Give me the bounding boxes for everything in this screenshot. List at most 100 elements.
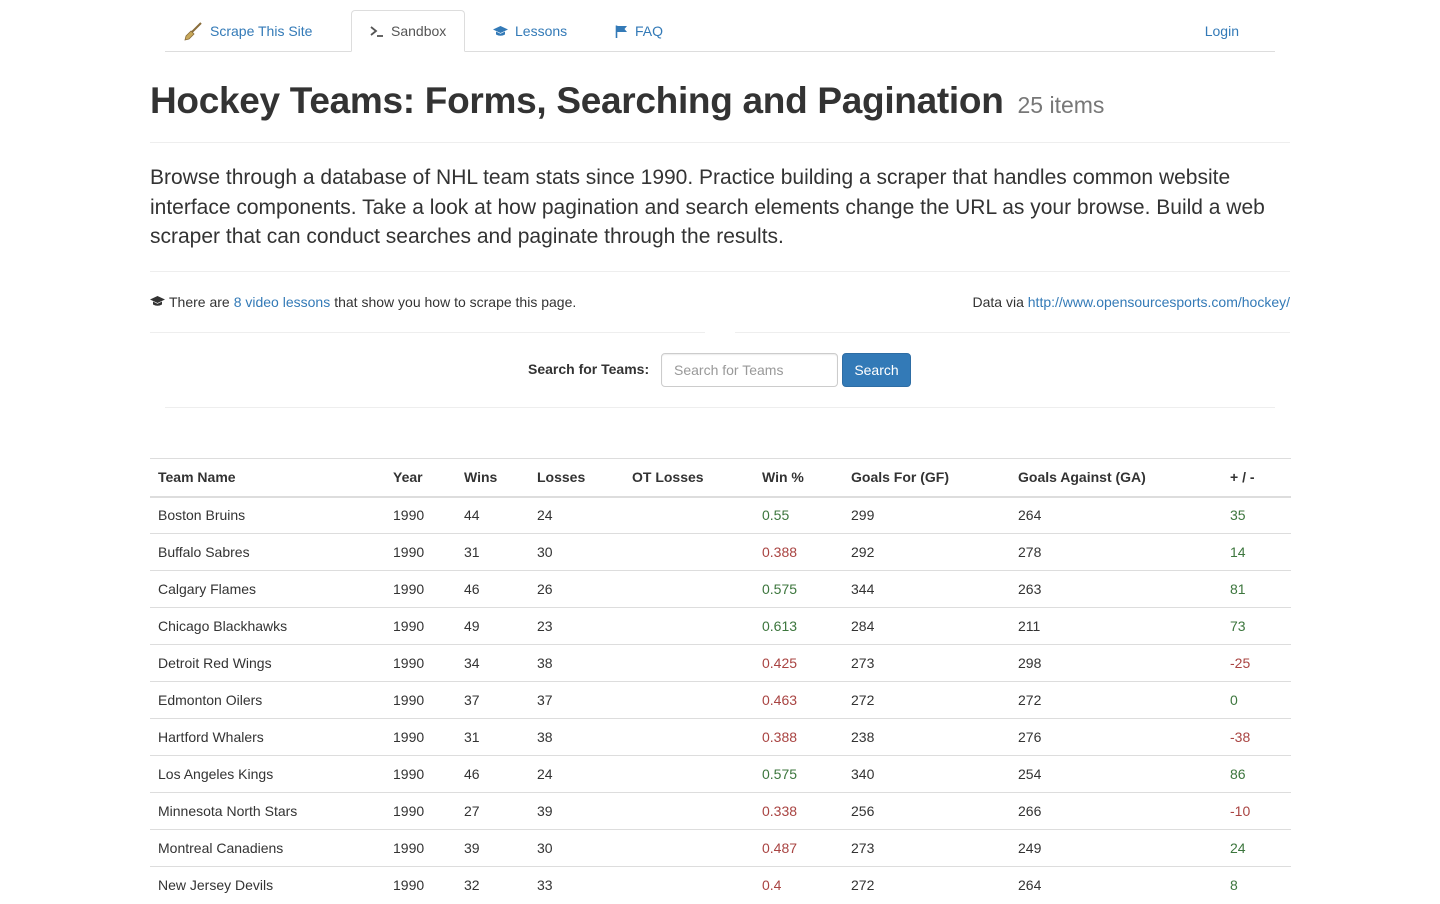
col-team-name[interactable]: Team Name <box>150 458 385 498</box>
cell-plus-minus: -10 <box>1222 792 1291 830</box>
cell-team-name: Hartford Whalers <box>150 718 385 756</box>
data-source: Data via http://www.opensourcesports.com… <box>973 294 1290 310</box>
divider <box>165 407 1275 408</box>
cell-wins: 46 <box>456 755 529 793</box>
cell-year: 1990 <box>385 644 456 682</box>
col-plus-minus[interactable]: + / - <box>1222 458 1291 498</box>
cell-year: 1990 <box>385 681 456 719</box>
cell-wins: 39 <box>456 829 529 867</box>
cell-goals-for: 238 <box>843 718 1010 756</box>
cell-year: 1990 <box>385 829 456 867</box>
cell-ot-losses <box>624 755 754 793</box>
cell-win-pct: 0.487 <box>754 829 843 867</box>
cell-losses: 39 <box>529 792 624 830</box>
col-wins[interactable]: Wins <box>456 458 529 498</box>
table-row: New Jersey Devils 1990 32 33 0.4 272 264 8 <box>150 866 1291 904</box>
cell-plus-minus: 35 <box>1230 507 1246 524</box>
table-row: Chicago Blackhawks 1990 49 23 0.613 284 211 73 <box>150 607 1291 645</box>
cell-plus-minus: 73 <box>1222 607 1291 645</box>
cell-team-name: Edmonton Oilers <box>150 681 385 719</box>
item-count: 25 items <box>1017 92 1105 118</box>
table-row: Minnesota North Stars 1990 27 39 0.338 256 266… <box>150 792 1291 830</box>
page-title-text: Hockey Teams: Forms, Searching and Pagin… <box>150 80 1004 121</box>
page-title: Hockey Teams: Forms, Searching and Pagin… <box>150 80 1290 122</box>
cell-year: 1990 <box>385 755 456 793</box>
cell-plus-minus: 8 <box>1222 866 1291 904</box>
cell-goals-for: 256 <box>843 792 1010 830</box>
cell-losses: 38 <box>529 644 624 682</box>
divider <box>150 142 1290 143</box>
cell-goals-against: 254 <box>1010 755 1222 793</box>
tab-faq[interactable]: FAQ <box>597 10 681 52</box>
col-year[interactable]: Year <box>385 458 456 498</box>
nav-brand-link[interactable]: Scrape This Site <box>165 10 330 52</box>
table-row: Buffalo Sabres 1990 31 30 0.388 292 278 14 <box>150 533 1291 571</box>
cell-goals-against: 272 <box>1010 681 1222 719</box>
cell-goals-for: 273 <box>843 644 1010 682</box>
col-losses[interactable]: Losses <box>529 458 624 498</box>
divider <box>150 271 1290 272</box>
cell-plus-minus: 81 <box>1222 570 1291 608</box>
col-goals-for[interactable]: Goals For (GF) <box>843 458 1010 498</box>
search-label: Search for Teams: <box>528 361 650 377</box>
cell-losses: 37 <box>529 681 624 719</box>
cell-goals-against: 266 <box>1010 792 1222 830</box>
data-source-label: Data via <box>972 294 1024 310</box>
cell-team-name: Minnesota North Stars <box>150 792 385 830</box>
table-row: Los Angeles Kings 1990 46 24 0.575 340 254 86 <box>150 755 1291 793</box>
col-win-pct[interactable]: Win % <box>754 458 843 498</box>
video-lessons-link[interactable]: 8 video lessons <box>234 294 331 310</box>
cell-plus-minus: -25 <box>1222 644 1291 682</box>
col-ot-losses[interactable]: OT Losses <box>624 458 754 498</box>
cell-losses: 33 <box>529 866 624 904</box>
table-row: Calgary Flames 1990 46 26 0.575 344 263 81 <box>150 570 1291 608</box>
cell-win-pct: 0.388 <box>754 533 843 571</box>
cell-wins: 34 <box>456 644 529 682</box>
cell-wins: 31 <box>456 533 529 571</box>
cell-team-name: New Jersey Devils <box>150 866 385 904</box>
data-source-link[interactable]: http://www.opensourcesports.com/hockey/ <box>1028 294 1290 310</box>
tab-sandbox[interactable]: Sandbox <box>351 10 466 52</box>
table-row: Detroit Red Wings 1990 34 38 0.425 273 298 -25 <box>150 644 1291 682</box>
cell-ot-losses <box>624 829 754 867</box>
cell-goals-against: 298 <box>1010 644 1222 682</box>
cell-losses: 23 <box>529 607 624 645</box>
cell-goals-for: 340 <box>843 755 1010 793</box>
tab-sandbox-label: Sandbox <box>391 23 447 39</box>
cell-ot-losses <box>624 607 754 645</box>
cell-year: 1990 <box>385 533 456 571</box>
cell-losses: 26 <box>529 570 624 608</box>
cell-ot-losses <box>624 792 754 830</box>
search-button[interactable]: Search <box>842 353 911 387</box>
cell-plus-minus: 14 <box>1222 533 1291 571</box>
cell-wins: 27 <box>456 792 529 830</box>
lessons-info: There are 8 video lessons that show you … <box>150 294 576 310</box>
tab-lessons[interactable]: Lessons <box>475 10 585 52</box>
cell-win-pct: 0.575 <box>754 755 843 793</box>
page-description: Browse through a database of NHL team st… <box>150 166 1265 248</box>
cell-goals-against: 249 <box>1010 829 1222 867</box>
cell-wins: 37 <box>456 681 529 719</box>
cell-team-name: Montreal Canadiens <box>150 829 385 867</box>
cell-year: 1990 <box>385 570 456 608</box>
cell-win-pct: 0.425 <box>754 644 843 682</box>
cell-losses: 24 <box>537 507 553 524</box>
cell-goals-for: 272 <box>843 866 1010 904</box>
cell-wins: 32 <box>456 866 529 904</box>
col-goals-against[interactable]: Goals Against (GA) <box>1010 458 1222 498</box>
cell-goals-against: 211 <box>1010 607 1222 645</box>
top-nav: Scrape This Site Sandbox Lessons FAQ Log… <box>165 10 1275 52</box>
login-link[interactable]: Login <box>1187 10 1257 52</box>
cell-year: 1990 <box>385 792 456 830</box>
graduation-cap-icon <box>150 294 165 310</box>
broom-icon <box>183 21 203 41</box>
lessons-info-prefix: There are <box>169 294 230 310</box>
flag-icon <box>615 25 628 38</box>
table-row: Montreal Canadiens 1990 39 30 0.487 273 249 24 <box>150 829 1291 867</box>
cell-ot-losses <box>624 681 754 719</box>
cell-win-pct: 0.338 <box>754 792 843 830</box>
table-header-row: Team Name Year Wins Losses OT Losses Win… <box>150 458 1291 498</box>
search-input[interactable] <box>661 353 838 387</box>
cell-year: 1990 <box>385 866 456 904</box>
divider <box>150 331 1290 335</box>
